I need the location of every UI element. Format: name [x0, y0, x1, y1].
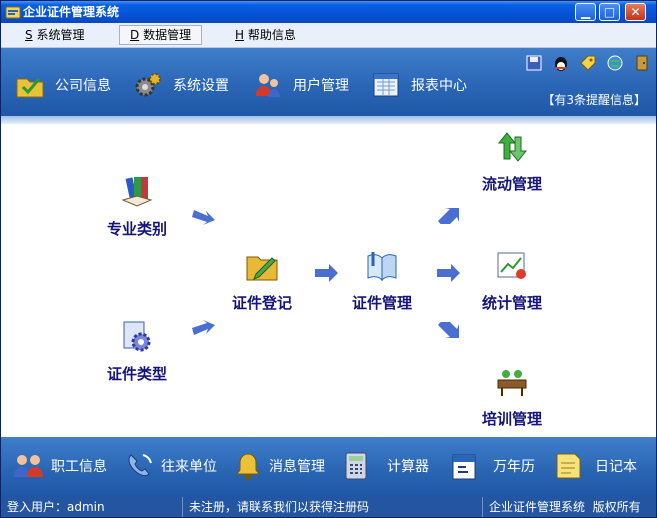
title-bar[interactable]: 企业证件管理系统 ▁ □ ✕ — [1, 1, 656, 23]
close-button[interactable]: ✕ — [625, 3, 646, 21]
node-flow-manage[interactable]: 流动管理 — [476, 129, 548, 194]
note-icon — [556, 453, 581, 479]
report-center-label: 报表中心 — [411, 78, 467, 94]
flow-canvas: 专业类别 证件类型 证件登记 证件管理 流动管理 统计管理 培训管理 — [1, 124, 656, 437]
bell-icon — [236, 453, 260, 480]
globe-icon[interactable] — [606, 54, 624, 72]
arrow-down-right-icon — [438, 322, 459, 338]
arrow-down-right-icon — [192, 210, 215, 225]
menu-data-key: D — [130, 28, 140, 42]
maximize-button[interactable]: □ — [599, 3, 620, 21]
user-management-button[interactable]: 用户管理 — [253, 68, 349, 102]
staff-icon — [14, 455, 43, 477]
report-center-button[interactable]: 报表中心 — [371, 68, 467, 102]
partner-units-button[interactable]: 往来单位 — [125, 449, 217, 483]
label-cert-type: 证件类型 — [106, 365, 167, 383]
message-manage-label: 消息管理 — [269, 459, 325, 475]
report-icon — [373, 73, 399, 97]
save-icon[interactable] — [525, 54, 543, 72]
diary-button[interactable]: 日记本 — [553, 449, 637, 483]
company-info-button[interactable]: 公司信息 — [15, 68, 111, 102]
calendar-label: 万年历 — [493, 459, 535, 475]
exit-door-icon[interactable] — [633, 54, 651, 72]
quick-icons — [525, 54, 651, 72]
status-user: 登入用户：admin — [1, 497, 183, 517]
user-management-label: 用户管理 — [293, 78, 349, 94]
staff-info-button[interactable]: 职工信息 — [13, 449, 107, 483]
menu-help-label: 帮助信息 — [247, 28, 296, 42]
open-book-icon — [367, 252, 397, 282]
menu-bar: S 系统管理 D 数据管理 H 帮助信息 — [1, 23, 656, 48]
label-cert-register: 证件登记 — [231, 294, 292, 312]
chart-icon — [497, 252, 526, 279]
arrow-right-icon — [437, 264, 460, 282]
node-training-manage[interactable]: 培训管理 — [476, 364, 548, 429]
folder-pencil-icon — [246, 256, 278, 281]
label-cert-manage: 证件管理 — [351, 294, 412, 312]
phone-icon — [128, 454, 152, 477]
status-bar: 登入用户：admin 未注册，请联系我们以获得注册码 企业证件管理系统 版权所有 — [1, 497, 656, 517]
users-icon — [256, 74, 280, 97]
reminder-link[interactable]: 【有3条提醒信息】 — [542, 91, 646, 108]
menu-system-label: 系统管理 — [36, 28, 85, 42]
gears-icon — [135, 73, 161, 97]
minimize-button[interactable]: ▁ — [575, 3, 596, 21]
system-settings-label: 系统设置 — [173, 78, 229, 94]
node-stats-manage[interactable]: 统计管理 — [476, 248, 548, 313]
arrow-right-icon — [315, 264, 338, 282]
menu-data-label: 数据管理 — [143, 28, 192, 42]
node-cert-type[interactable]: 证件类型 — [101, 319, 173, 384]
status-copyright: 企业证件管理系统 版权所有 — [489, 500, 641, 514]
staff-info-label: 职工信息 — [51, 459, 107, 475]
status-register: 未注册，请联系我们以获得注册码 — [183, 497, 483, 517]
partner-units-label: 往来单位 — [161, 459, 217, 475]
node-major-category[interactable]: 专业类别 — [101, 174, 173, 239]
calculator-label: 计算器 — [387, 459, 429, 475]
menu-help[interactable]: H 帮助信息 — [225, 26, 306, 44]
app-logo-icon — [5, 6, 21, 19]
menu-help-key: H — [235, 28, 245, 42]
company-info-label: 公司信息 — [55, 78, 111, 94]
books-icon — [121, 177, 153, 207]
swap-arrows-icon — [497, 132, 528, 162]
calculator-icon — [345, 452, 367, 480]
menu-system-key: S — [25, 28, 33, 42]
arrow-up-right-icon — [438, 208, 459, 224]
tag-icon[interactable] — [579, 54, 597, 72]
node-cert-register[interactable]: 证件登记 — [226, 248, 298, 313]
system-settings-button[interactable]: 系统设置 — [133, 68, 229, 102]
toolbar-divider — [1, 116, 656, 124]
label-major-category: 专业类别 — [106, 220, 167, 238]
diary-label: 日记本 — [595, 459, 637, 475]
calendar-button[interactable]: 万年历 — [451, 449, 535, 483]
node-cert-manage[interactable]: 证件管理 — [346, 248, 418, 313]
training-icon — [497, 370, 527, 396]
app-window: 企业证件管理系统 ▁ □ ✕ S 系统管理 D 数据管理 H 帮助信息 公司信息 — [0, 0, 657, 518]
arrow-up-right-icon — [192, 320, 215, 335]
bottom-toolbar: 职工信息 往来单位 消息管理 计算器 万年历 日记本 — [1, 437, 656, 497]
folder-check-icon — [16, 78, 44, 98]
calculator-button[interactable]: 计算器 — [343, 449, 429, 483]
gear-document-icon — [123, 321, 151, 352]
message-manage-button[interactable]: 消息管理 — [233, 449, 325, 483]
label-stats-manage: 统计管理 — [481, 294, 542, 312]
calendar-icon — [452, 454, 476, 480]
label-training-manage: 培训管理 — [481, 410, 542, 428]
menu-data[interactable]: D 数据管理 — [119, 25, 203, 45]
main-toolbar: 公司信息 系统设置 用户管理 报表中心 【有3条提醒信息】 — [1, 48, 656, 116]
window-title: 企业证件管理系统 — [23, 5, 120, 19]
qq-penguin-icon[interactable] — [552, 54, 570, 72]
label-flow-manage: 流动管理 — [481, 175, 542, 193]
menu-system[interactable]: S 系统管理 — [15, 26, 94, 44]
